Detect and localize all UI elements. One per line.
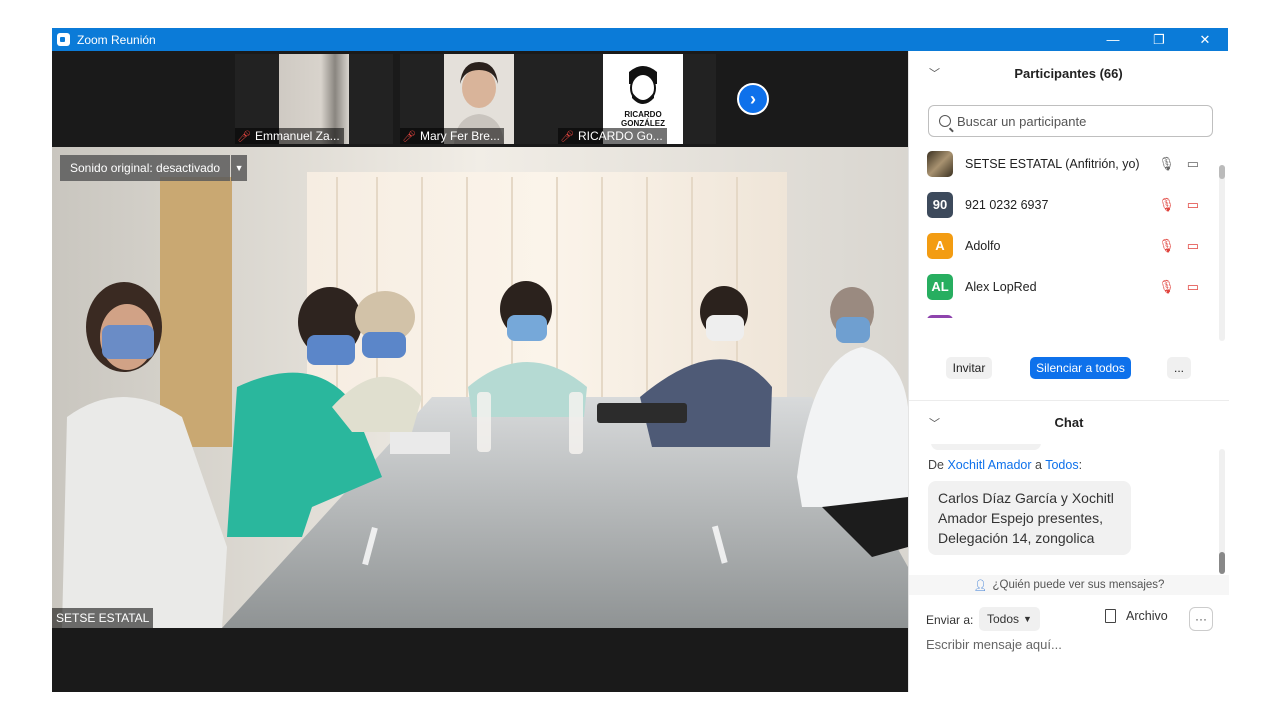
thumbnail-strip: 🎤︎ Emmanuel Za... 🎤︎ Mary Fer Bre... RIC… [52,51,908,147]
participant-row[interactable]: AL Alex LopRed 🎙︎ ▭ [909,266,1219,307]
recipient-link[interactable]: Todos [1045,458,1078,472]
invite-button[interactable]: Invitar [946,357,992,379]
restore-button[interactable]: ❐ [1136,28,1182,51]
file-icon [1105,609,1116,623]
participants-scrollbar[interactable] [1219,165,1225,341]
speaker-name-label: SETSE ESTATAL [52,608,154,628]
previous-message-bubble [931,444,1041,450]
participant-row[interactable]: 90 921 0232 6937 🎙︎ ▭ [909,184,1219,225]
recipient-select[interactable]: Todos ▼ [979,607,1040,631]
chat-title: Chat [1054,415,1084,430]
video-area: 🎤︎ Emmanuel Za... 🎤︎ Mary Fer Bre... RIC… [52,51,908,692]
title-bar: Zoom Reunión — ❐ ✕ [52,28,1228,51]
thumbnail-ricardo[interactable]: RICARDO GONZÁLEZ 🎤︎ RICARDO Go... [558,54,716,144]
mic-muted-icon[interactable]: 🎙︎ [1158,238,1175,254]
participant-search-input[interactable]: Buscar un participante [928,105,1213,137]
meeting-room-scene [52,147,908,628]
participants-title: Participantes (66) [1014,65,1123,81]
participant-name: Alex LopRed [965,279,1037,294]
mic-muted-icon: 🎤︎ [237,130,251,143]
chat-header: ﹀ Chat [909,400,1229,444]
chevron-right-icon: › [750,88,756,109]
minimize-button[interactable]: — [1090,28,1136,51]
chevron-down-icon[interactable]: ▼ [231,155,248,181]
scrollbar-thumb[interactable] [1219,165,1225,179]
logo-text: RICARDO GONZÁLEZ [621,110,665,128]
message-bubble: Carlos Díaz García y Xochitl Amador Espe… [928,481,1131,555]
thumbnail-label: 🎤︎ Emmanuel Za... [235,128,344,144]
original-sound-label[interactable]: Sonido original: desactivado [60,155,231,181]
mic-icon[interactable]: 🎙︎ [1158,156,1175,172]
chevron-down-icon: ▼ [1023,614,1032,624]
video-off-icon[interactable]: ▭ [1187,197,1199,213]
mic-muted-icon: 🎤︎ [560,130,574,143]
avatar: 90 [927,191,953,218]
thumbnail-label: 🎤︎ Mary Fer Bre... [400,128,504,144]
thumbnail-emmanuel[interactable]: 🎤︎ Emmanuel Za... [235,54,393,144]
participants-header: ﹀ Participantes (66) [909,51,1228,95]
mic-muted-icon: 🎤︎ [402,130,416,143]
next-page-button[interactable]: › [737,83,769,115]
chat-messages: De Xochitl Amador a Todos: Carlos Díaz G… [909,444,1229,574]
person-icon: 👤︎ [973,579,988,592]
participant-row[interactable]: A Adolfo 🎙︎ ▭ [909,225,1219,266]
chat-scrollbar[interactable] [1219,449,1225,574]
video-off-icon[interactable]: ▭ [1187,279,1199,295]
thumbnail-mary[interactable]: 🎤︎ Mary Fer Bre... [400,54,558,144]
participant-row-partial[interactable] [909,307,1219,318]
participant-name: 921 0232 6937 [965,197,1049,212]
chat-more-button[interactable]: ··· [1189,607,1213,631]
video-off-icon[interactable]: ▭ [1187,238,1199,254]
participant-name: Adolfo [965,238,1001,253]
video-camera-icon[interactable]: ▭ [1187,156,1199,172]
avatar [927,314,953,318]
avatar: AL [927,273,953,300]
mute-all-button[interactable]: Silenciar a todos [1030,357,1131,379]
search-placeholder: Buscar un participante [957,113,1087,129]
participant-row[interactable]: SETSE ESTATAL (Anfitrión, yo) 🎙︎ ▭ [909,143,1219,184]
participant-actions: Invitar Silenciar a todos ... [909,357,1229,387]
collapse-chevron-icon[interactable]: ﹀ [929,415,940,431]
window-title: Zoom Reunión [77,32,156,47]
close-button[interactable]: ✕ [1182,28,1228,51]
participant-name: SETSE ESTATAL (Anfitrión, yo) [965,156,1140,171]
who-can-see-messages[interactable]: 👤︎ ¿Quién puede ver sus mensajes? [909,575,1229,595]
scrollbar-thumb[interactable] [1219,552,1225,574]
zoom-app-icon [57,33,70,46]
message-sender-line: De Xochitl Amador a Todos: [928,458,1083,472]
file-button[interactable]: Archivo [1105,609,1168,623]
search-icon [939,115,951,127]
sender-link[interactable]: Xochitl Amador [947,458,1031,472]
original-sound-toggle[interactable]: Sonido original: desactivado ▼ [60,155,248,181]
send-to-row: Enviar a: Todos ▼ Archivo ··· [909,607,1229,633]
main-video: Sonido original: desactivado ▼ SETSE EST… [52,147,908,628]
collapse-chevron-icon[interactable]: ﹀ [929,65,940,81]
side-panel: ﹀ Participantes (66) Buscar un participa… [908,51,1229,692]
zoom-window: Zoom Reunión — ❐ ✕ 🎤︎ Emmanuel Za... 🎤︎ … [52,28,1229,692]
chat-message-input[interactable]: Escribir mensaje aquí... [926,637,1062,652]
thumbnail-label: 🎤︎ RICARDO Go... [558,128,667,144]
avatar [927,150,953,177]
mic-muted-icon[interactable]: 🎙︎ [1158,279,1175,295]
more-options-button[interactable]: ... [1167,357,1191,379]
mic-muted-icon[interactable]: 🎙︎ [1158,197,1175,213]
send-to-label: Enviar a: [926,613,974,627]
participant-list: SETSE ESTATAL (Anfitrión, yo) 🎙︎ ▭ 90 92… [909,143,1219,318]
avatar: A [927,232,953,259]
